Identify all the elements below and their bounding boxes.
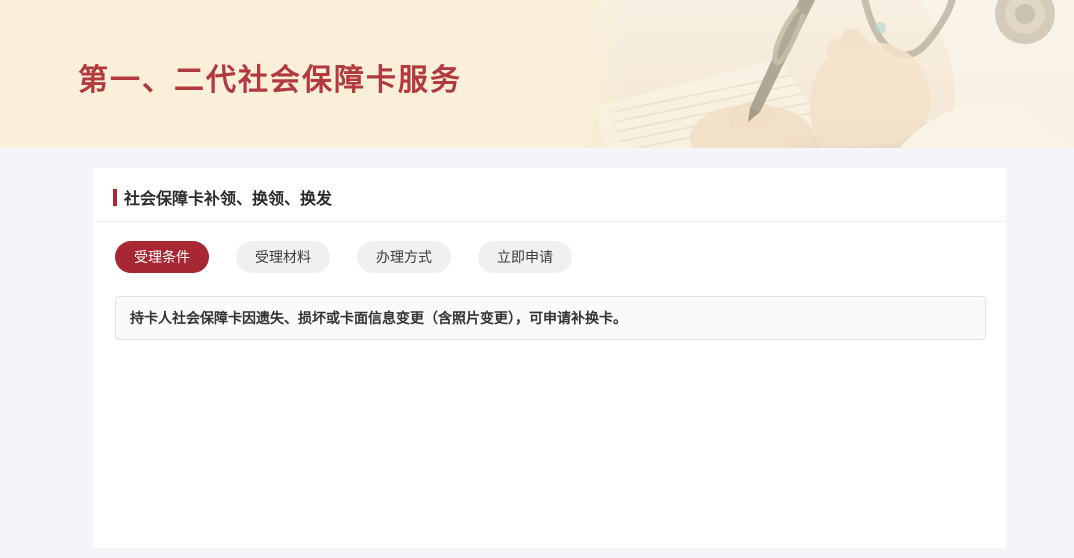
banner: 第一、二代社会保障卡服务 (0, 0, 1074, 148)
banner-photo (580, 0, 1074, 148)
tab-bar: 受理条件 受理材料 办理方式 立即申请 (93, 222, 1006, 273)
tab-acceptance-conditions[interactable]: 受理条件 (115, 241, 209, 273)
page-title: 第一、二代社会保障卡服务 (78, 55, 462, 99)
service-card: 社会保障卡补领、换领、换发 受理条件 受理材料 办理方式 立即申请 持卡人社会保… (93, 168, 1006, 548)
tab-handling-method[interactable]: 办理方式 (357, 241, 451, 273)
tab-apply-now[interactable]: 立即申请 (478, 241, 572, 273)
section-marker-bar (113, 189, 117, 206)
condition-content-box: 持卡人社会保障卡因遗失、损坏或卡面信息变更（含照片变更），可申请补换卡。 (115, 296, 986, 340)
card-header: 社会保障卡补领、换领、换发 (93, 168, 1006, 222)
section-title: 社会保障卡补领、换领、换发 (124, 185, 332, 209)
tab-required-materials[interactable]: 受理材料 (236, 241, 330, 273)
condition-text: 持卡人社会保障卡因遗失、损坏或卡面信息变更（含照片变更），可申请补换卡。 (130, 308, 627, 328)
